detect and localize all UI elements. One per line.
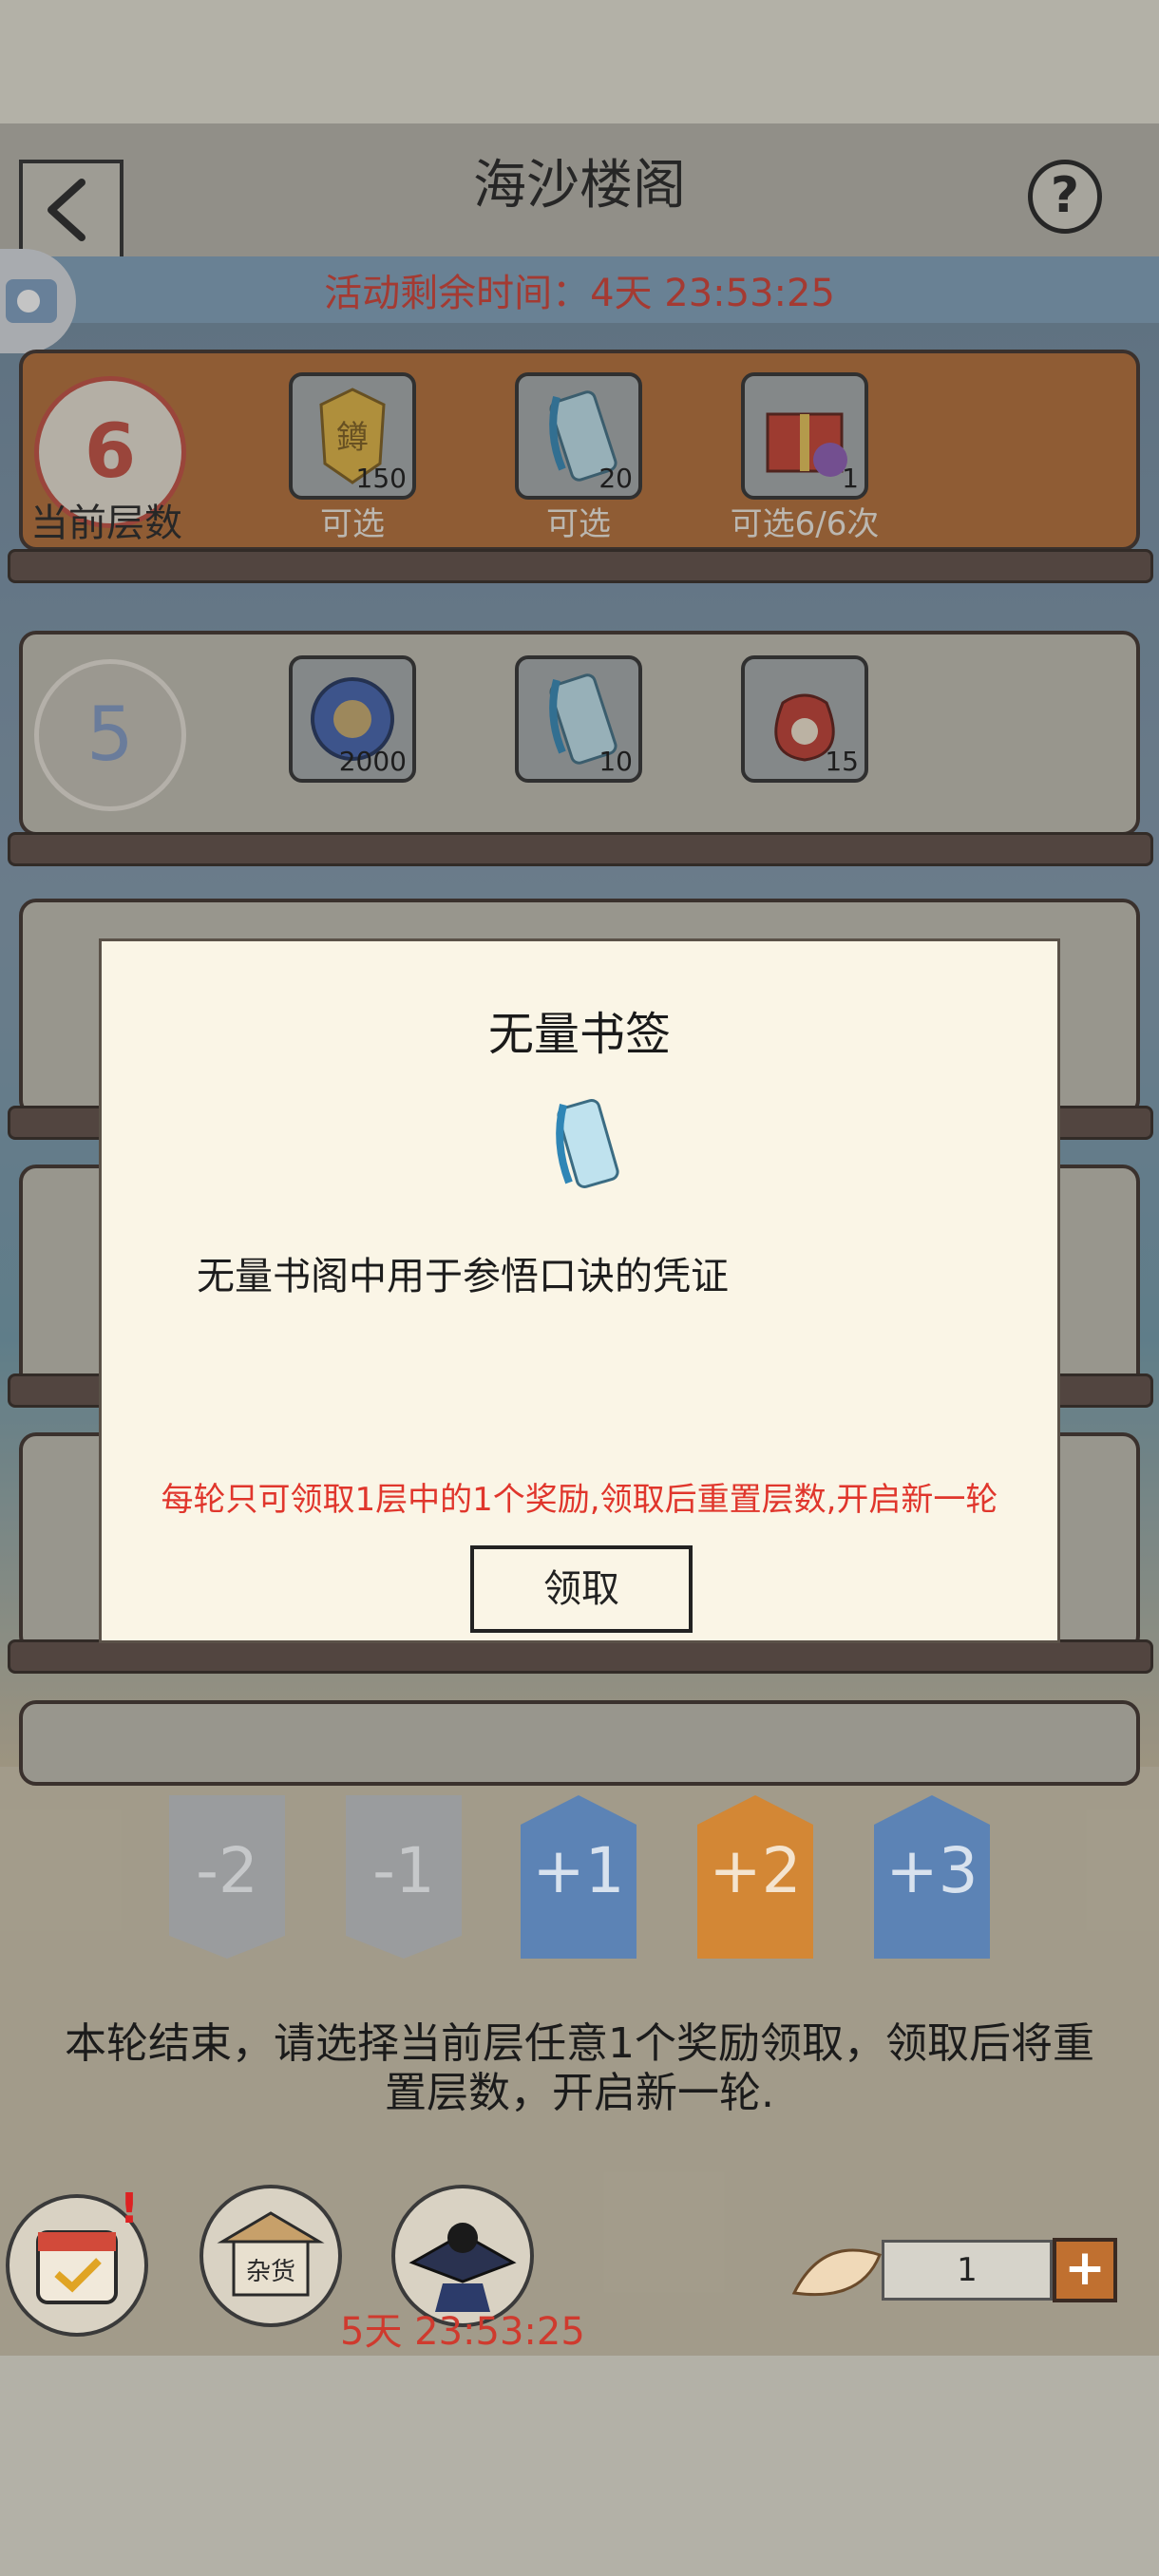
shop-icon: 杂货 — [217, 2211, 325, 2297]
bottom-band — [0, 2356, 1159, 2576]
conch-shell-icon — [791, 2248, 882, 2297]
bottom-timer: 5天 23:53:25 — [340, 2310, 585, 2354]
step-button-plus-1[interactable]: +1 — [521, 1795, 636, 1959]
bookmark-tag-icon — [556, 1098, 619, 1189]
step-button-minus-1[interactable]: -1 — [346, 1795, 462, 1959]
step-button-plus-2[interactable]: +2 — [697, 1795, 813, 1959]
modal-title: 无量书签 — [487, 1008, 671, 1061]
claim-button[interactable]: 领取 — [470, 1545, 693, 1633]
item-info-modal: 无量书签 无量书阁中用于参悟口诀的凭证 每轮只可领取1层中的1个奖励,领取后重置… — [99, 938, 1060, 1643]
step-button-plus-3[interactable]: +3 — [874, 1795, 990, 1959]
add-shell-button[interactable]: + — [1053, 2238, 1117, 2302]
shop-sign: 杂货 — [246, 2258, 295, 2286]
step-button-minus-2[interactable]: -2 — [169, 1795, 285, 1959]
modal-rule: 每轮只可领取1层中的1个奖励,领取后重置层数,开启新一轮 — [161, 1481, 998, 1519]
shop-button[interactable]: 杂货 — [200, 2185, 342, 2327]
shell-counter: 1 — [882, 2240, 1053, 2301]
modal-description: 无量书阁中用于参悟口诀的凭证 — [197, 1255, 729, 1298]
round-end-message: 本轮结束，请选择当前层任意1个奖励领取，领取后将重置层数，开启新一轮. — [65, 2019, 1094, 2117]
alert-icon: ! — [120, 2185, 140, 2233]
